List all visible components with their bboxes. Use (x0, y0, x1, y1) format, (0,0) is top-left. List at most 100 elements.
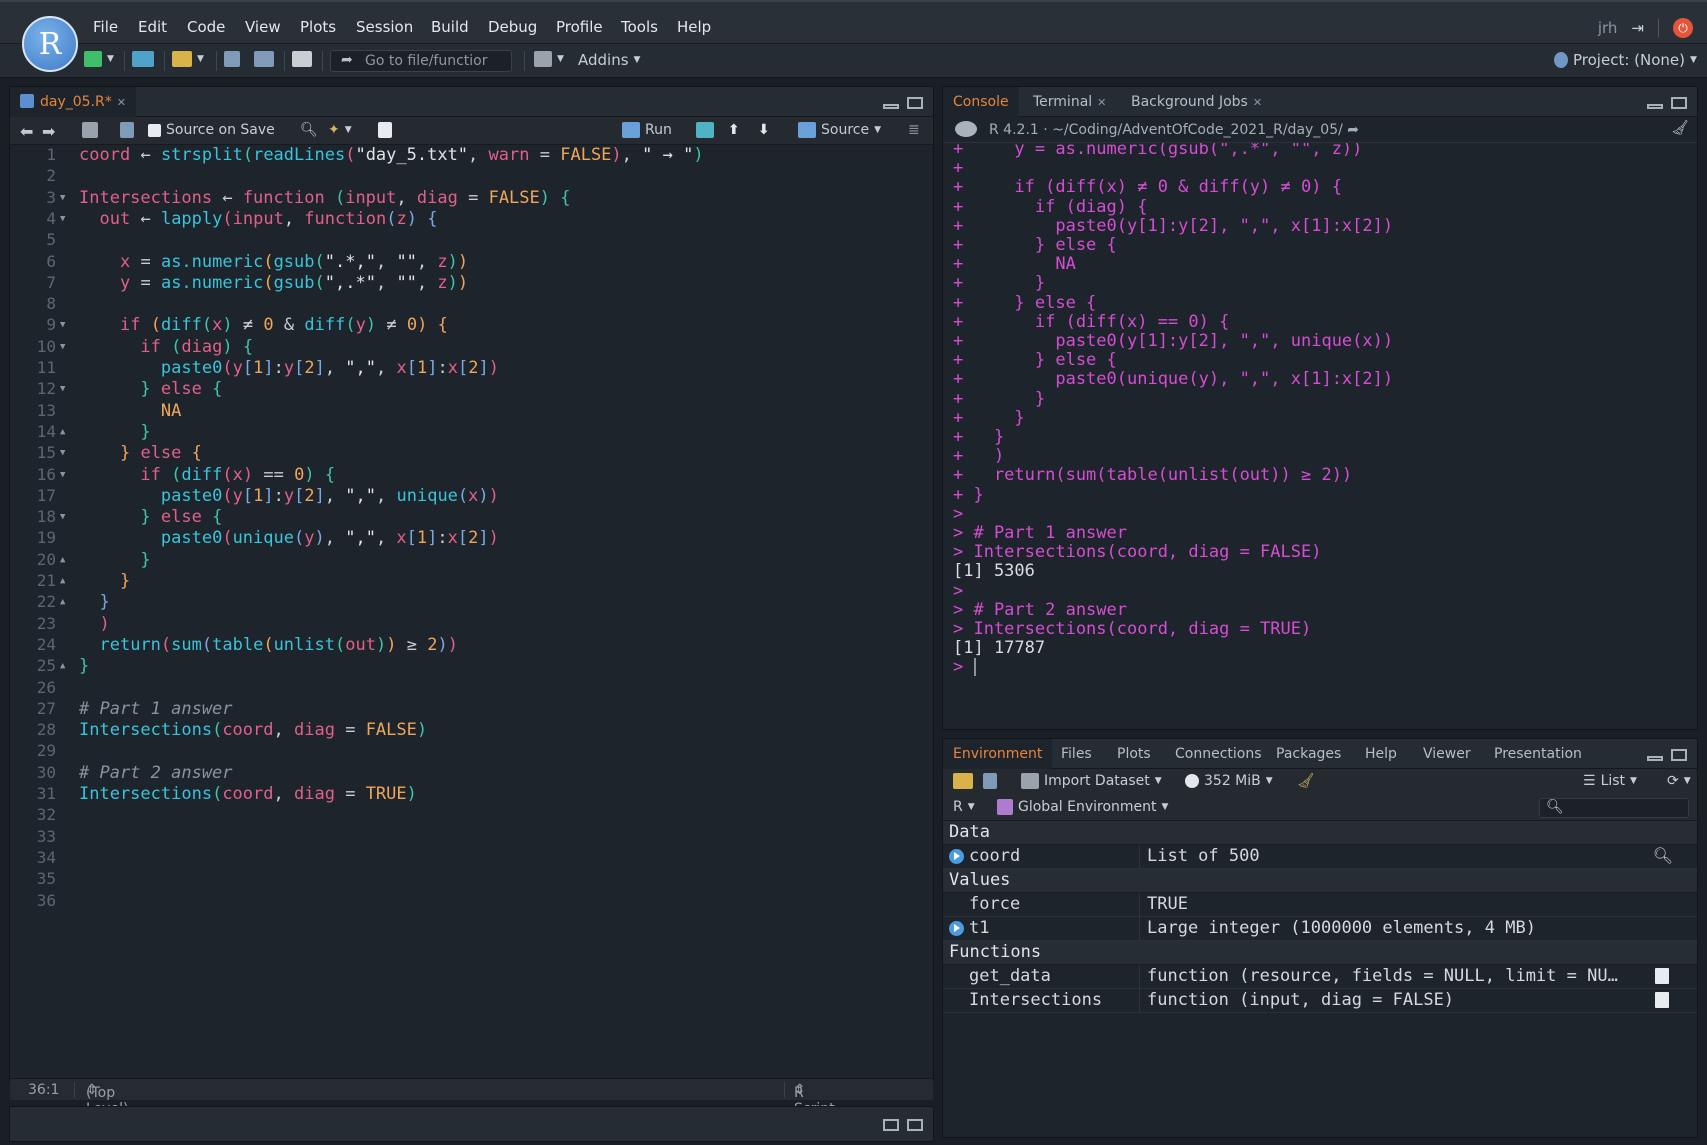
import-dataset-button[interactable]: Import Dataset ▼ (1021, 773, 1162, 789)
env-row[interactable]: get_data function (resource, fields = NUL… (943, 965, 1697, 989)
save-file-button[interactable] (120, 122, 134, 138)
save-all-button[interactable] (254, 51, 274, 67)
goto-file-input[interactable]: ➦ Go to file/functior (330, 50, 512, 72)
restore-icon[interactable] (883, 1119, 899, 1131)
minimize-icon[interactable] (883, 104, 899, 109)
language-selector[interactable]: R ▼ (953, 799, 975, 815)
prev-chunk-button[interactable]: ⬆ (728, 122, 740, 138)
maximize-icon[interactable] (907, 1119, 923, 1131)
close-icon[interactable]: ✕ (1097, 96, 1106, 109)
environment-selector[interactable]: Global Environment ▼ (997, 799, 1168, 815)
menu-file[interactable]: File (93, 18, 118, 36)
tab-day05[interactable]: day_05.R* ✕ (10, 87, 136, 117)
run-button[interactable]: Run (622, 122, 672, 138)
clear-console-icon[interactable]: 🧹︎ (1671, 120, 1689, 136)
tab-environment[interactable]: Environment (943, 739, 1053, 769)
fold-up-icon[interactable]: ▲ (60, 576, 65, 586)
fold-down-icon[interactable]: ▼ (60, 320, 65, 330)
search-button[interactable]: 🔍︎ (300, 122, 318, 138)
fold-up-icon[interactable]: ▲ (60, 661, 65, 671)
fold-up-icon[interactable]: ▲ (60, 597, 65, 607)
env-row[interactable]: coord List of 500 🔍︎ (943, 845, 1697, 869)
sign-out-icon[interactable]: ⇥ (1631, 19, 1644, 37)
menu-debug[interactable]: Debug (488, 18, 537, 36)
file-type-selector[interactable]: R Script ⇕ (794, 1082, 835, 1117)
menu-code[interactable]: Code (187, 18, 225, 36)
expand-icon[interactable] (949, 921, 964, 936)
env-row[interactable]: t1 Large integer (1000000 elements, 4 MB) (943, 917, 1697, 941)
menu-view[interactable]: View (245, 18, 281, 36)
tab-connections[interactable]: Connections (1165, 739, 1272, 769)
fold-down-icon[interactable]: ▼ (60, 214, 65, 224)
menu-edit[interactable]: Edit (138, 18, 167, 36)
source-on-save-checkbox[interactable]: Source on Save (148, 122, 275, 138)
menu-plots[interactable]: Plots (300, 18, 336, 36)
tab-presentation[interactable]: Presentation (1484, 739, 1592, 769)
fold-down-icon[interactable]: ▼ (60, 384, 65, 394)
fold-down-icon[interactable]: ▼ (60, 448, 65, 458)
go-to-directory-icon[interactable]: ➦ (1347, 122, 1359, 138)
fold-down-icon[interactable]: ▼ (60, 470, 65, 480)
tab-files[interactable]: Files (1051, 739, 1102, 769)
next-chunk-button[interactable]: ⬇ (758, 122, 770, 138)
scope-indicator[interactable]: (Top Level) ⇕ (86, 1082, 128, 1117)
view-function-icon[interactable] (1655, 968, 1669, 984)
fold-up-icon[interactable]: ▲ (60, 555, 65, 565)
forward-button[interactable]: ➡ (42, 122, 55, 141)
tab-packages[interactable]: Packages (1266, 739, 1351, 769)
view-mode-button[interactable]: ☰ List ▼ (1583, 773, 1637, 789)
working-directory[interactable]: ~/Coding/AdventOfCode_2021_R/day_05/ (1052, 122, 1343, 138)
console-cursor[interactable] (973, 658, 976, 677)
env-row[interactable]: Intersections function (input, diag = FAL… (943, 989, 1697, 1013)
tab-help[interactable]: Help (1355, 739, 1407, 769)
rerun-button[interactable] (696, 122, 714, 138)
tab-background-jobs[interactable]: Background Jobs ✕ (1121, 87, 1272, 117)
save-workspace-button[interactable] (983, 773, 997, 789)
menu-help[interactable]: Help (677, 18, 711, 36)
addins-button[interactable]: Addins ▼ (578, 51, 640, 69)
close-icon[interactable]: ✕ (117, 96, 126, 109)
tab-console[interactable]: Console (943, 87, 1019, 117)
close-icon[interactable]: ✕ (1253, 96, 1262, 109)
menu-build[interactable]: Build (431, 18, 469, 36)
menu-tools[interactable]: Tools (621, 18, 658, 36)
compile-report-button[interactable] (378, 122, 392, 138)
expand-icon[interactable] (949, 849, 964, 864)
save-button[interactable] (224, 51, 240, 67)
code-editor[interactable]: 1 coord ← strsplit(readLines("day_5.txt",… (10, 145, 933, 1065)
open-file-button[interactable]: ▼ (172, 51, 204, 67)
code-tools-button[interactable]: ✦ ▼ (328, 122, 352, 138)
clear-workspace-button[interactable]: 🧹︎ (1297, 773, 1315, 789)
new-file-button[interactable]: ▼ (84, 51, 114, 67)
maximize-icon[interactable] (1671, 97, 1687, 109)
power-icon[interactable]: ⏻ (1673, 18, 1693, 38)
environment-search-input[interactable]: 🔍︎ (1539, 798, 1689, 818)
print-button[interactable] (292, 51, 312, 67)
fold-down-icon[interactable]: ▼ (60, 193, 65, 203)
memory-usage-button[interactable]: 352 MiB ▼ (1185, 773, 1273, 789)
env-row[interactable]: force TRUE (943, 893, 1697, 917)
view-function-icon[interactable] (1655, 992, 1669, 1008)
menu-profile[interactable]: Profile (556, 18, 603, 36)
project-menu[interactable]: Project: (None) ▼ (1554, 51, 1697, 69)
minimize-icon[interactable] (1647, 104, 1663, 109)
minimize-icon[interactable] (1647, 756, 1663, 761)
back-button[interactable]: ⬅ (20, 122, 33, 141)
show-in-window-button[interactable] (82, 122, 98, 138)
menu-session[interactable]: Session (356, 18, 413, 36)
fold-up-icon[interactable]: ▲ (60, 427, 65, 437)
maximize-icon[interactable] (1671, 749, 1687, 761)
tab-plots[interactable]: Plots (1107, 739, 1161, 769)
refresh-button[interactable]: ⟳ ▼ (1667, 773, 1691, 789)
load-workspace-button[interactable] (953, 773, 973, 789)
workspace-panes-button[interactable]: ▼ (534, 51, 564, 67)
view-data-icon[interactable]: 🔍︎ (1653, 846, 1673, 865)
fold-down-icon[interactable]: ▼ (60, 512, 65, 522)
console-output[interactable]: + y = as.numeric(gsub(",.*", "", z)) + + i… (943, 143, 1697, 729)
source-button[interactable]: Source ▼ (798, 122, 881, 138)
maximize-icon[interactable] (907, 97, 923, 109)
tab-viewer[interactable]: Viewer (1413, 739, 1481, 769)
outline-button[interactable]: ≣ (908, 122, 920, 138)
new-project-button[interactable] (132, 51, 154, 67)
fold-down-icon[interactable]: ▼ (60, 342, 65, 352)
